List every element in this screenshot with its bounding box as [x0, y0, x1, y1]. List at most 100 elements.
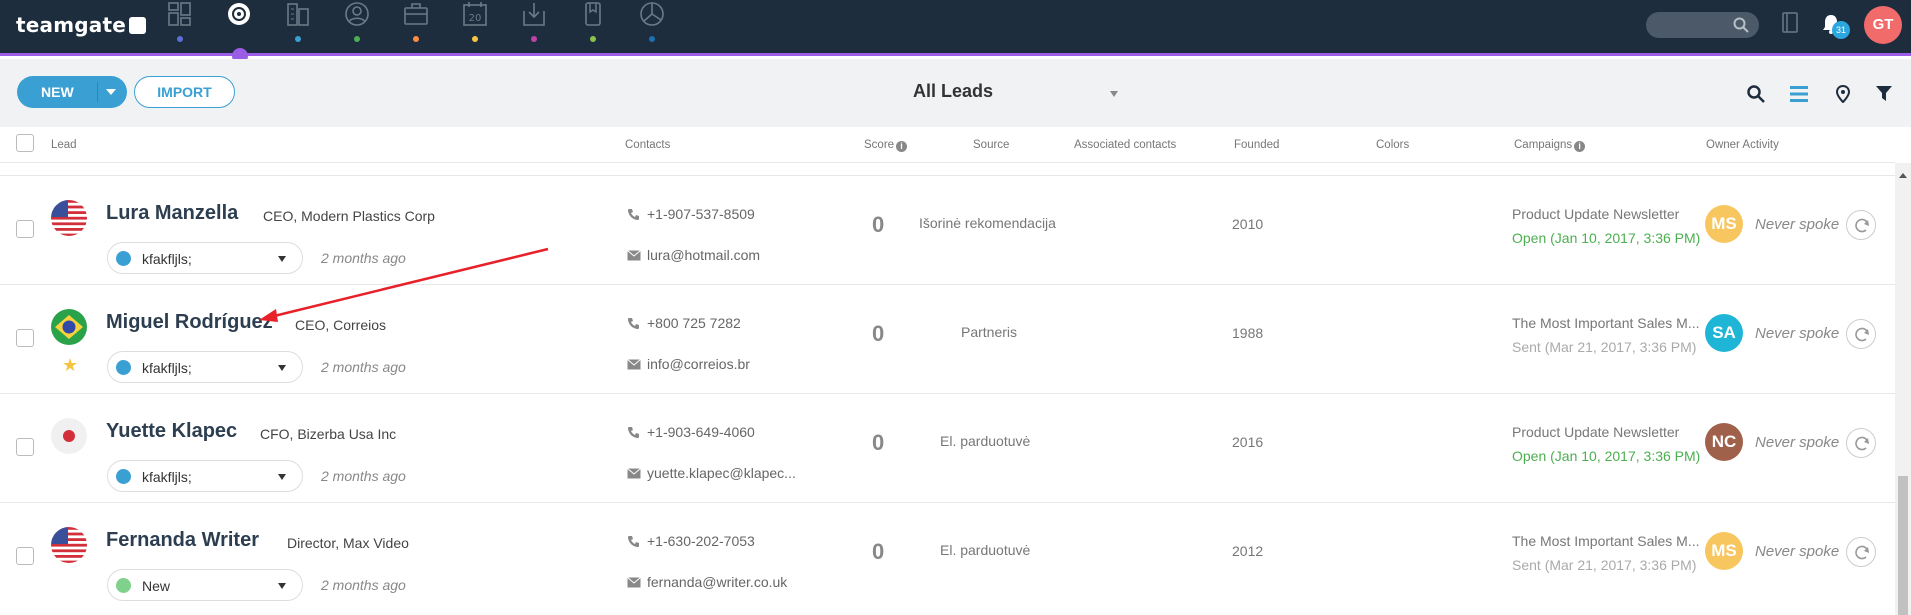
campaign-status: Sent (Mar 21, 2017, 3:36 PM) — [1512, 339, 1697, 355]
lead-row[interactable]: Yuette Klapec CFO, Bizerba Usa Inc kfakflj… — [0, 393, 1895, 502]
search-icon[interactable] — [1747, 85, 1765, 103]
new-dropdown-caret-icon[interactable] — [106, 89, 116, 95]
lead-email[interactable]: lura@hotmail.com — [647, 247, 760, 263]
view-selector[interactable]: All Leads — [913, 81, 993, 102]
lead-founded: 2010 — [1232, 216, 1264, 232]
top-navigation-bar: teamgate 20 31 GT — [0, 0, 1911, 64]
map-pin-icon[interactable] — [1836, 85, 1850, 103]
campaign-name[interactable]: Product Update Newsletter — [1512, 424, 1679, 440]
lead-row[interactable]: Lura Manzella CEO, Modern Plastics Corp kf… — [0, 175, 1895, 284]
owner-avatar[interactable]: MS — [1705, 205, 1743, 243]
lead-status-select[interactable]: kfakfljls; — [107, 242, 303, 274]
nav-indicator-dot — [295, 36, 301, 42]
owner-activity: Never spoke — [1755, 434, 1840, 451]
header-score[interactable]: Score i — [864, 139, 908, 152]
phone-icon — [628, 536, 639, 547]
sync-button[interactable] — [1846, 319, 1876, 349]
status-label: kfakfljls; — [142, 469, 192, 485]
scroll-up-arrow-icon[interactable] — [1899, 173, 1907, 178]
view-dropdown-caret-icon[interactable] — [1110, 91, 1118, 97]
calendar-icon: 20 — [463, 2, 487, 26]
status-color-dot — [116, 469, 131, 484]
lead-founded: 2012 — [1232, 543, 1264, 559]
filter-icon[interactable] — [1876, 85, 1892, 103]
lead-row[interactable]: ★ Miguel Rodríguez CEO, Correios kfakfljls;… — [0, 284, 1895, 393]
star-icon[interactable]: ★ — [62, 355, 78, 376]
score-info-icon[interactable]: i — [896, 141, 908, 152]
nav-item-companies[interactable] — [278, 0, 318, 56]
lead-email[interactable]: info@correios.br — [647, 356, 750, 372]
table-header: Lead Contacts Score i Source Associated c… — [0, 127, 1895, 163]
nav-item-reports[interactable] — [632, 0, 672, 56]
dashboard-icon — [168, 2, 191, 26]
lead-name[interactable]: Lura Manzella — [106, 202, 238, 225]
new-lead-button[interactable]: NEW — [17, 76, 127, 108]
sync-button[interactable] — [1846, 428, 1876, 458]
header-associated-contacts[interactable]: Associated contacts — [1074, 139, 1176, 151]
lead-source: Išorinė rekomendacija — [919, 215, 1056, 231]
global-search-input[interactable] — [1646, 12, 1759, 38]
teamgate-logo[interactable]: teamgate — [16, 13, 146, 37]
nav-indicator-dot — [177, 36, 183, 42]
nav-indicator-dot — [354, 36, 360, 42]
logo-box-icon — [129, 17, 146, 34]
lead-phone[interactable]: +1-907-537-8509 — [647, 206, 755, 222]
lead-source: Partneris — [961, 324, 1018, 340]
notification-count-badge: 31 — [1832, 21, 1850, 39]
campaign-status: Open (Jan 10, 2017, 3:36 PM) — [1512, 230, 1701, 246]
sync-button[interactable] — [1846, 210, 1876, 240]
campaign-name[interactable]: Product Update Newsletter — [1512, 206, 1679, 222]
vertical-scrollbar[interactable] — [1895, 163, 1911, 615]
nav-item-documents[interactable] — [573, 0, 613, 56]
header-campaigns[interactable]: Campaigns i — [1514, 139, 1586, 152]
row-checkbox[interactable] — [16, 220, 34, 238]
list-view-icon[interactable] — [1790, 85, 1808, 103]
lead-email[interactable]: yuette.klapec@klapec... — [647, 465, 796, 481]
lead-phone[interactable]: +1-630-202-7053 — [647, 533, 755, 549]
lead-name[interactable]: Fernanda Writer — [106, 529, 259, 552]
lead-status-select[interactable]: New — [107, 569, 303, 601]
lead-score: 0 — [872, 430, 885, 455]
lead-row[interactable]: Fernanda Writer Director, Max Video New 2 m… — [0, 502, 1895, 611]
row-checkbox[interactable] — [16, 438, 34, 456]
nav-item-contacts[interactable] — [337, 0, 377, 56]
header-founded[interactable]: Founded — [1234, 139, 1279, 151]
user-avatar[interactable]: GT — [1864, 6, 1902, 44]
lead-name[interactable]: Miguel Rodríguez — [106, 311, 273, 334]
lead-status-select[interactable]: kfakfljls; — [107, 460, 303, 492]
nav-item-inbox[interactable] — [514, 0, 554, 56]
lead-title: Director, Max Video — [287, 535, 409, 551]
row-checkbox[interactable] — [16, 547, 34, 565]
contacts-icon — [345, 2, 369, 26]
lead-status-select[interactable]: kfakfljls; — [107, 351, 303, 383]
select-all-checkbox[interactable] — [16, 134, 34, 152]
header-contacts[interactable]: Contacts — [625, 139, 670, 151]
documents-icon — [585, 2, 601, 26]
mail-icon — [627, 250, 641, 261]
mail-icon — [627, 577, 641, 588]
lead-email[interactable]: fernanda@writer.co.uk — [647, 574, 787, 590]
notes-icon[interactable] — [1782, 12, 1798, 34]
header-owner-activity[interactable]: Owner Activity — [1706, 139, 1779, 151]
header-lead[interactable]: Lead — [51, 139, 77, 151]
owner-avatar[interactable]: SA — [1705, 314, 1743, 352]
lead-name[interactable]: Yuette Klapec — [106, 420, 237, 443]
campaign-name[interactable]: The Most Important Sales M... — [1512, 533, 1700, 549]
header-colors[interactable]: Colors — [1376, 139, 1409, 151]
campaign-name[interactable]: The Most Important Sales M... — [1512, 315, 1700, 331]
owner-avatar[interactable]: MS — [1705, 532, 1743, 570]
campaigns-info-icon[interactable]: i — [1574, 141, 1586, 152]
import-button[interactable]: IMPORT — [134, 76, 235, 108]
nav-item-deals[interactable] — [396, 0, 436, 56]
refresh-icon — [1855, 545, 1869, 560]
header-source[interactable]: Source — [973, 139, 1009, 151]
row-checkbox[interactable] — [16, 329, 34, 347]
lead-phone[interactable]: +1-903-649-4060 — [647, 424, 755, 440]
lead-phone[interactable]: +800 725 7282 — [647, 315, 741, 331]
nav-item-calendar[interactable]: 20 — [455, 0, 495, 56]
sync-button[interactable] — [1846, 537, 1876, 567]
lead-score: 0 — [872, 539, 885, 564]
owner-avatar[interactable]: NC — [1705, 423, 1743, 461]
scrollbar-thumb[interactable] — [1898, 476, 1908, 615]
nav-item-dashboard[interactable] — [160, 0, 200, 56]
